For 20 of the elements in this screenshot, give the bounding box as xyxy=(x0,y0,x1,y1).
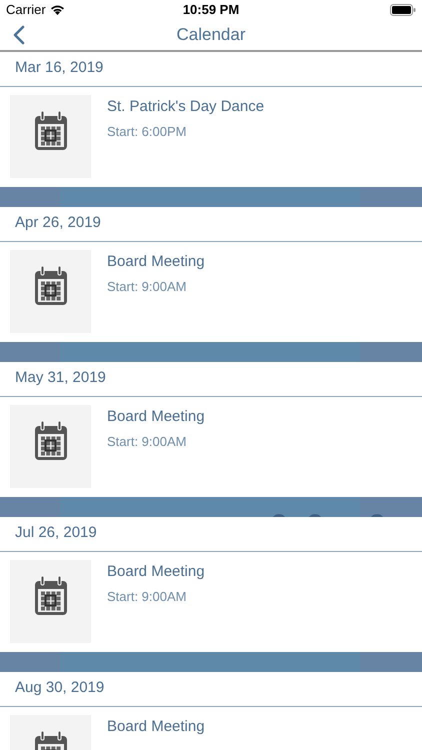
event-start-time: Start: 6:00PM xyxy=(107,123,188,141)
event-title: St. Patrick's Day Dance xyxy=(107,96,264,116)
carrier-label: Carrier xyxy=(6,1,46,19)
wifi-icon xyxy=(50,4,65,16)
battery-icon xyxy=(390,4,416,16)
event-title: Board Meeting xyxy=(107,716,205,736)
event-title: Board Meeting xyxy=(107,562,205,582)
calendar-icon xyxy=(34,111,68,151)
event-row[interactable]: Board Meeting xyxy=(0,706,422,750)
event-start-time: Start: 9:00AM xyxy=(107,433,188,451)
calendar-icon xyxy=(34,576,68,616)
calendar-icon xyxy=(34,266,68,306)
event-start-time: Start: 9:00AM xyxy=(107,278,188,296)
calendar-icon xyxy=(34,421,68,461)
nav-title: Calendar xyxy=(176,24,246,46)
event-title: Board Meeting xyxy=(107,252,205,272)
status-time: 10:59 PM xyxy=(182,1,240,19)
event-start-time: Start: 9:00AM xyxy=(107,588,188,606)
event-title: Board Meeting xyxy=(107,406,205,426)
back-chevron-icon xyxy=(13,24,25,44)
